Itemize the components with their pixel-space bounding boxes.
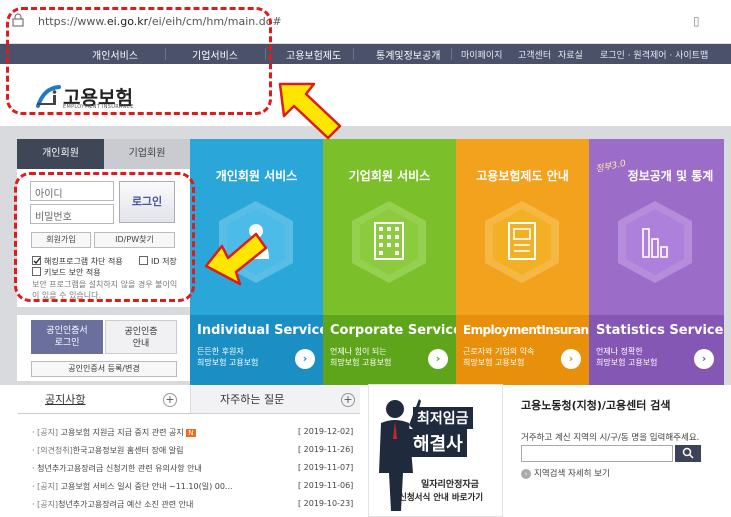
notice-date: [ 2019-11-07] bbox=[298, 463, 354, 472]
notice-date: [ 2019-11-06] bbox=[298, 481, 354, 490]
tile-statistics-service[interactable]: 정부3.0 정보공개 및 통계 Statistics Service 언제나 정… bbox=[589, 139, 724, 385]
tile-employment-insurance[interactable]: 고용보험제도 안내 EmploymentInsurance 근로자와 기업의 약… bbox=[456, 139, 603, 385]
notice-row[interactable]: · [의견청취]한국고용정보원 홈센터 장애 알림 bbox=[32, 445, 183, 456]
tile-title: 정보공개 및 통계 bbox=[627, 169, 714, 183]
notice-date: [ 2019-12-02] bbox=[298, 427, 354, 436]
cert-login-button[interactable]: 공인인증서 로그인 bbox=[31, 320, 103, 354]
office-search-input[interactable] bbox=[521, 445, 673, 462]
bar-chart-icon bbox=[618, 201, 692, 283]
annotation-box-address-logo bbox=[6, 7, 272, 115]
tab-corporate-member[interactable]: 기업회원 bbox=[104, 139, 190, 169]
notice-more-icon[interactable]: + bbox=[163, 393, 177, 407]
tile-desc: 언제나 힘이 되는 희망보험 고용보험 bbox=[330, 347, 392, 367]
annotation-box-login bbox=[14, 172, 195, 302]
annotation-arrow-icon bbox=[278, 82, 342, 140]
tile-en-title: Corporate Service bbox=[330, 323, 462, 338]
notice-date: [ 2019-10-23] bbox=[298, 499, 354, 508]
nav-customer-center[interactable]: 고객센터 bbox=[518, 48, 551, 61]
tile-en-title: Statistics Service bbox=[596, 323, 724, 338]
office-search-title: 고용노동청(지청)/고용센터 검색 bbox=[521, 399, 671, 412]
tab-faq[interactable]: 자주하는 질문 bbox=[220, 391, 284, 413]
notice-row[interactable]: · 청년추가고용장려금 신청기한 관련 유의사항 안내 bbox=[32, 463, 202, 474]
office-search-desc: 거주하고 계신 지역의 시/구/동 명을 입력해주세요. bbox=[521, 433, 700, 443]
promo-line1: 최저임금 bbox=[413, 407, 473, 429]
minimum-wage-banner[interactable]: 최저임금 해결사 일자리안정자금 신청서식 안내 바로가기 bbox=[368, 384, 503, 517]
promo-line2: 해결사 bbox=[409, 429, 467, 457]
cert-register-button[interactable]: 공인인증서 등록/변경 bbox=[31, 361, 177, 377]
notice-date: [ 2019-11-26] bbox=[298, 445, 354, 454]
new-badge: N bbox=[186, 429, 196, 437]
arrow-right-icon[interactable]: › bbox=[561, 349, 581, 369]
tab-personal-member[interactable]: 개인회원 bbox=[17, 139, 104, 169]
search-button[interactable] bbox=[675, 445, 701, 462]
annotation-arrow-icon bbox=[204, 232, 268, 286]
nav-insurance-system[interactable]: 고용보험제도 bbox=[286, 47, 341, 62]
nav-stats-info[interactable]: 통계및정보공개 bbox=[376, 47, 440, 62]
tile-desc: 근로자와 기업의 약속 희망보험 고용보험 bbox=[463, 347, 535, 367]
arrow-right-icon[interactable]: › bbox=[295, 349, 315, 369]
arrow-right-icon[interactable]: › bbox=[694, 349, 714, 369]
reader-icon[interactable]: ▯ bbox=[693, 14, 700, 28]
document-icon bbox=[485, 201, 559, 283]
tile-title: 고용보험제도 안내 bbox=[476, 169, 569, 183]
region-search-link[interactable]: › 지역검색 자세히 보기 bbox=[521, 467, 610, 479]
building-icon bbox=[352, 201, 426, 283]
promo-line3: 일자리안정자금 bbox=[421, 480, 479, 490]
faq-more-icon[interactable]: + bbox=[341, 393, 355, 407]
tile-title: 개인회원 서비스 bbox=[215, 169, 298, 183]
notice-row[interactable]: · [공지]청년추가고용장려금 예산 소진 관련 안내 bbox=[32, 499, 193, 510]
tile-en-title: Individual Service bbox=[197, 323, 329, 338]
nav-mypage[interactable]: 마이페이지 bbox=[461, 48, 502, 61]
tab-notice[interactable]: 공지사항 bbox=[45, 391, 85, 413]
tile-desc: 언제나 정확한 희망보험 고용보험 bbox=[596, 347, 658, 367]
tile-desc: 든든한 후원자 희망보험 고용보험 bbox=[197, 347, 259, 367]
arrow-circle-icon: › bbox=[521, 469, 531, 479]
tile-title: 기업회원 서비스 bbox=[348, 169, 431, 183]
promo-line4: 신청서식 안내 바로가기 bbox=[399, 493, 484, 503]
tile-en-title: EmploymentInsurance bbox=[463, 323, 603, 337]
arrow-right-icon[interactable]: › bbox=[428, 349, 448, 369]
search-icon bbox=[682, 447, 694, 459]
nav-login-links[interactable]: 로그인 · 원격제어 · 사이트맵 bbox=[600, 48, 708, 61]
nav-archive[interactable]: 자료실 bbox=[558, 48, 583, 61]
tile-corporate-service[interactable]: 기업회원 서비스 Corporate Service 언제나 힘이 되는 희망보험… bbox=[323, 139, 462, 385]
notice-row[interactable]: · [공지] 고용보험 서비스 일시 중단 안내 ~11.10(일) 00... bbox=[32, 481, 233, 492]
notice-row[interactable]: · [공지] 고용보험 지원금 지급 중지 관련 공지 N bbox=[32, 427, 196, 438]
cert-guide-button[interactable]: 공인인증 안내 bbox=[105, 320, 177, 354]
